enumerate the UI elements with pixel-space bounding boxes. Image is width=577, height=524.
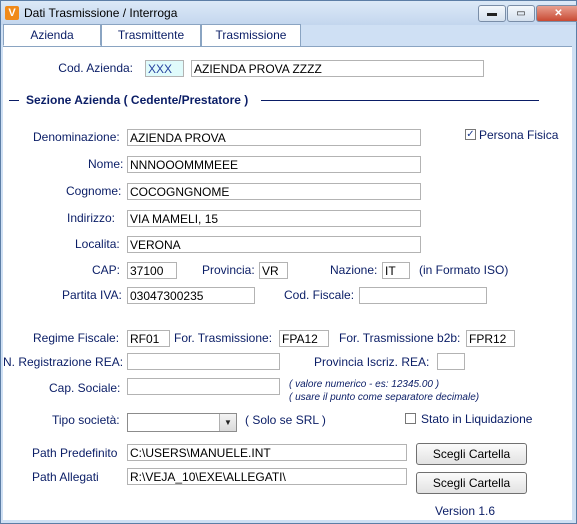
scegli-cartella-predefinito-button[interactable]: Scegli Cartella [416, 443, 527, 465]
for-trasmissione-label: For. Trasmissione: [174, 331, 273, 345]
nome-field[interactable]: NNNOOOMMMEEE [127, 156, 421, 173]
cap-sociale-label: Cap. Sociale: [49, 381, 121, 395]
tab-trasmissione[interactable]: Trasmissione [201, 24, 301, 46]
nazione-label: Nazione: [330, 263, 378, 277]
title-bar[interactable]: V Dati Trasmissione / Interroga ▬ ▭ ✕ [1, 1, 577, 25]
chevron-down-icon[interactable]: ▼ [219, 414, 236, 431]
indirizzo-field[interactable]: VIA MAMELI, 15 [127, 210, 421, 227]
stato-liquidazione-label: Stato in Liquidazione [421, 412, 533, 426]
section-rule-right [261, 100, 539, 101]
n-registrazione-rea-field[interactable] [127, 353, 280, 370]
cap-sociale-hint-1: ( valore numerico - es: 12345.00 ) [289, 379, 440, 390]
tab-trasmittente[interactable]: Trasmittente [101, 24, 201, 46]
indirizzo-label: Indirizzo: [67, 211, 116, 225]
nazione-field[interactable]: IT [382, 262, 410, 279]
path-predefinito-field[interactable]: C:\USERS\MANUELE.INT [127, 444, 407, 461]
provincia-iscriz-rea-label: Provincia Iscriz. REA: [314, 355, 430, 369]
tipo-societa-label: Tipo società: [52, 413, 120, 427]
maximize-button[interactable]: ▭ [507, 5, 535, 22]
partita-iva-field[interactable]: 03047300235 [127, 287, 255, 304]
path-allegati-field[interactable]: R:\VEJA_10\EXE\ALLEGATI\ [127, 468, 407, 485]
persona-fisica-checkbox[interactable]: ✓ [465, 129, 476, 140]
partita-iva-label: Partita IVA: [62, 288, 122, 302]
cod-fiscale-label: Cod. Fiscale: [284, 288, 355, 302]
denominazione-field[interactable]: AZIENDA PROVA [127, 129, 421, 146]
window-title: Dati Trasmissione / Interroga [24, 6, 178, 20]
cognome-label: Cognome: [66, 184, 122, 198]
section-title: Sezione Azienda ( Cedente/Prestatore ) [26, 93, 249, 107]
path-predefinito-label: Path Predefinito [32, 446, 118, 460]
tab-azienda[interactable]: Azienda [3, 24, 101, 46]
provincia-iscriz-rea-field[interactable] [437, 353, 465, 370]
version-label: Version 1.6 [435, 504, 496, 518]
provincia-label: Provincia: [202, 263, 255, 277]
regime-fiscale-field[interactable]: RF01 [127, 330, 170, 347]
cap-sociale-hint-2: ( usare il punto come separatore decimal… [289, 392, 480, 403]
cap-field[interactable]: 37100 [127, 262, 177, 279]
tipo-societa-select[interactable]: ▼ [127, 413, 237, 432]
tipo-societa-hint: ( Solo se SRL ) [245, 413, 326, 427]
app-logo-icon: V [5, 6, 19, 20]
n-registrazione-rea-label: N. Registrazione REA: [3, 355, 124, 369]
stato-liquidazione-checkbox[interactable] [405, 413, 416, 424]
cognome-field[interactable]: COCOGNGNOME [127, 183, 421, 200]
cod-azienda-name-field[interactable]: AZIENDA PROVA ZZZZ [191, 60, 484, 77]
section-rule-left [9, 100, 19, 101]
persona-fisica-label: Persona Fisica [479, 128, 559, 142]
cod-azienda-label: Cod. Azienda: [58, 61, 133, 75]
minimize-button[interactable]: ▬ [478, 5, 506, 22]
close-button[interactable]: ✕ [536, 5, 577, 22]
localita-field[interactable]: VERONA [127, 236, 421, 253]
localita-label: Localita: [75, 237, 120, 251]
cap-sociale-field[interactable] [127, 378, 280, 395]
regime-fiscale-label: Regime Fiscale: [33, 331, 120, 345]
scegli-cartella-allegati-button[interactable]: Scegli Cartella [416, 472, 527, 494]
nome-label: Nome: [88, 157, 124, 171]
for-trasmissione-field[interactable]: FPA12 [279, 330, 329, 347]
tab-panel-azienda: Cod. Azienda: XXX AZIENDA PROVA ZZZZ Sez… [3, 46, 572, 520]
cod-azienda-code-field[interactable]: XXX [145, 60, 184, 77]
for-trasmissione-b2b-label: For. Trasmissione b2b: [339, 331, 461, 345]
path-allegati-label: Path Allegati [32, 470, 99, 484]
denominazione-label: Denominazione: [33, 130, 120, 144]
cod-fiscale-field[interactable] [359, 287, 487, 304]
for-trasmissione-b2b-field[interactable]: FPR12 [466, 330, 515, 347]
provincia-field[interactable]: VR [259, 262, 288, 279]
cap-label: CAP: [92, 263, 121, 277]
nazione-format-hint: (in Formato ISO) [419, 263, 509, 277]
